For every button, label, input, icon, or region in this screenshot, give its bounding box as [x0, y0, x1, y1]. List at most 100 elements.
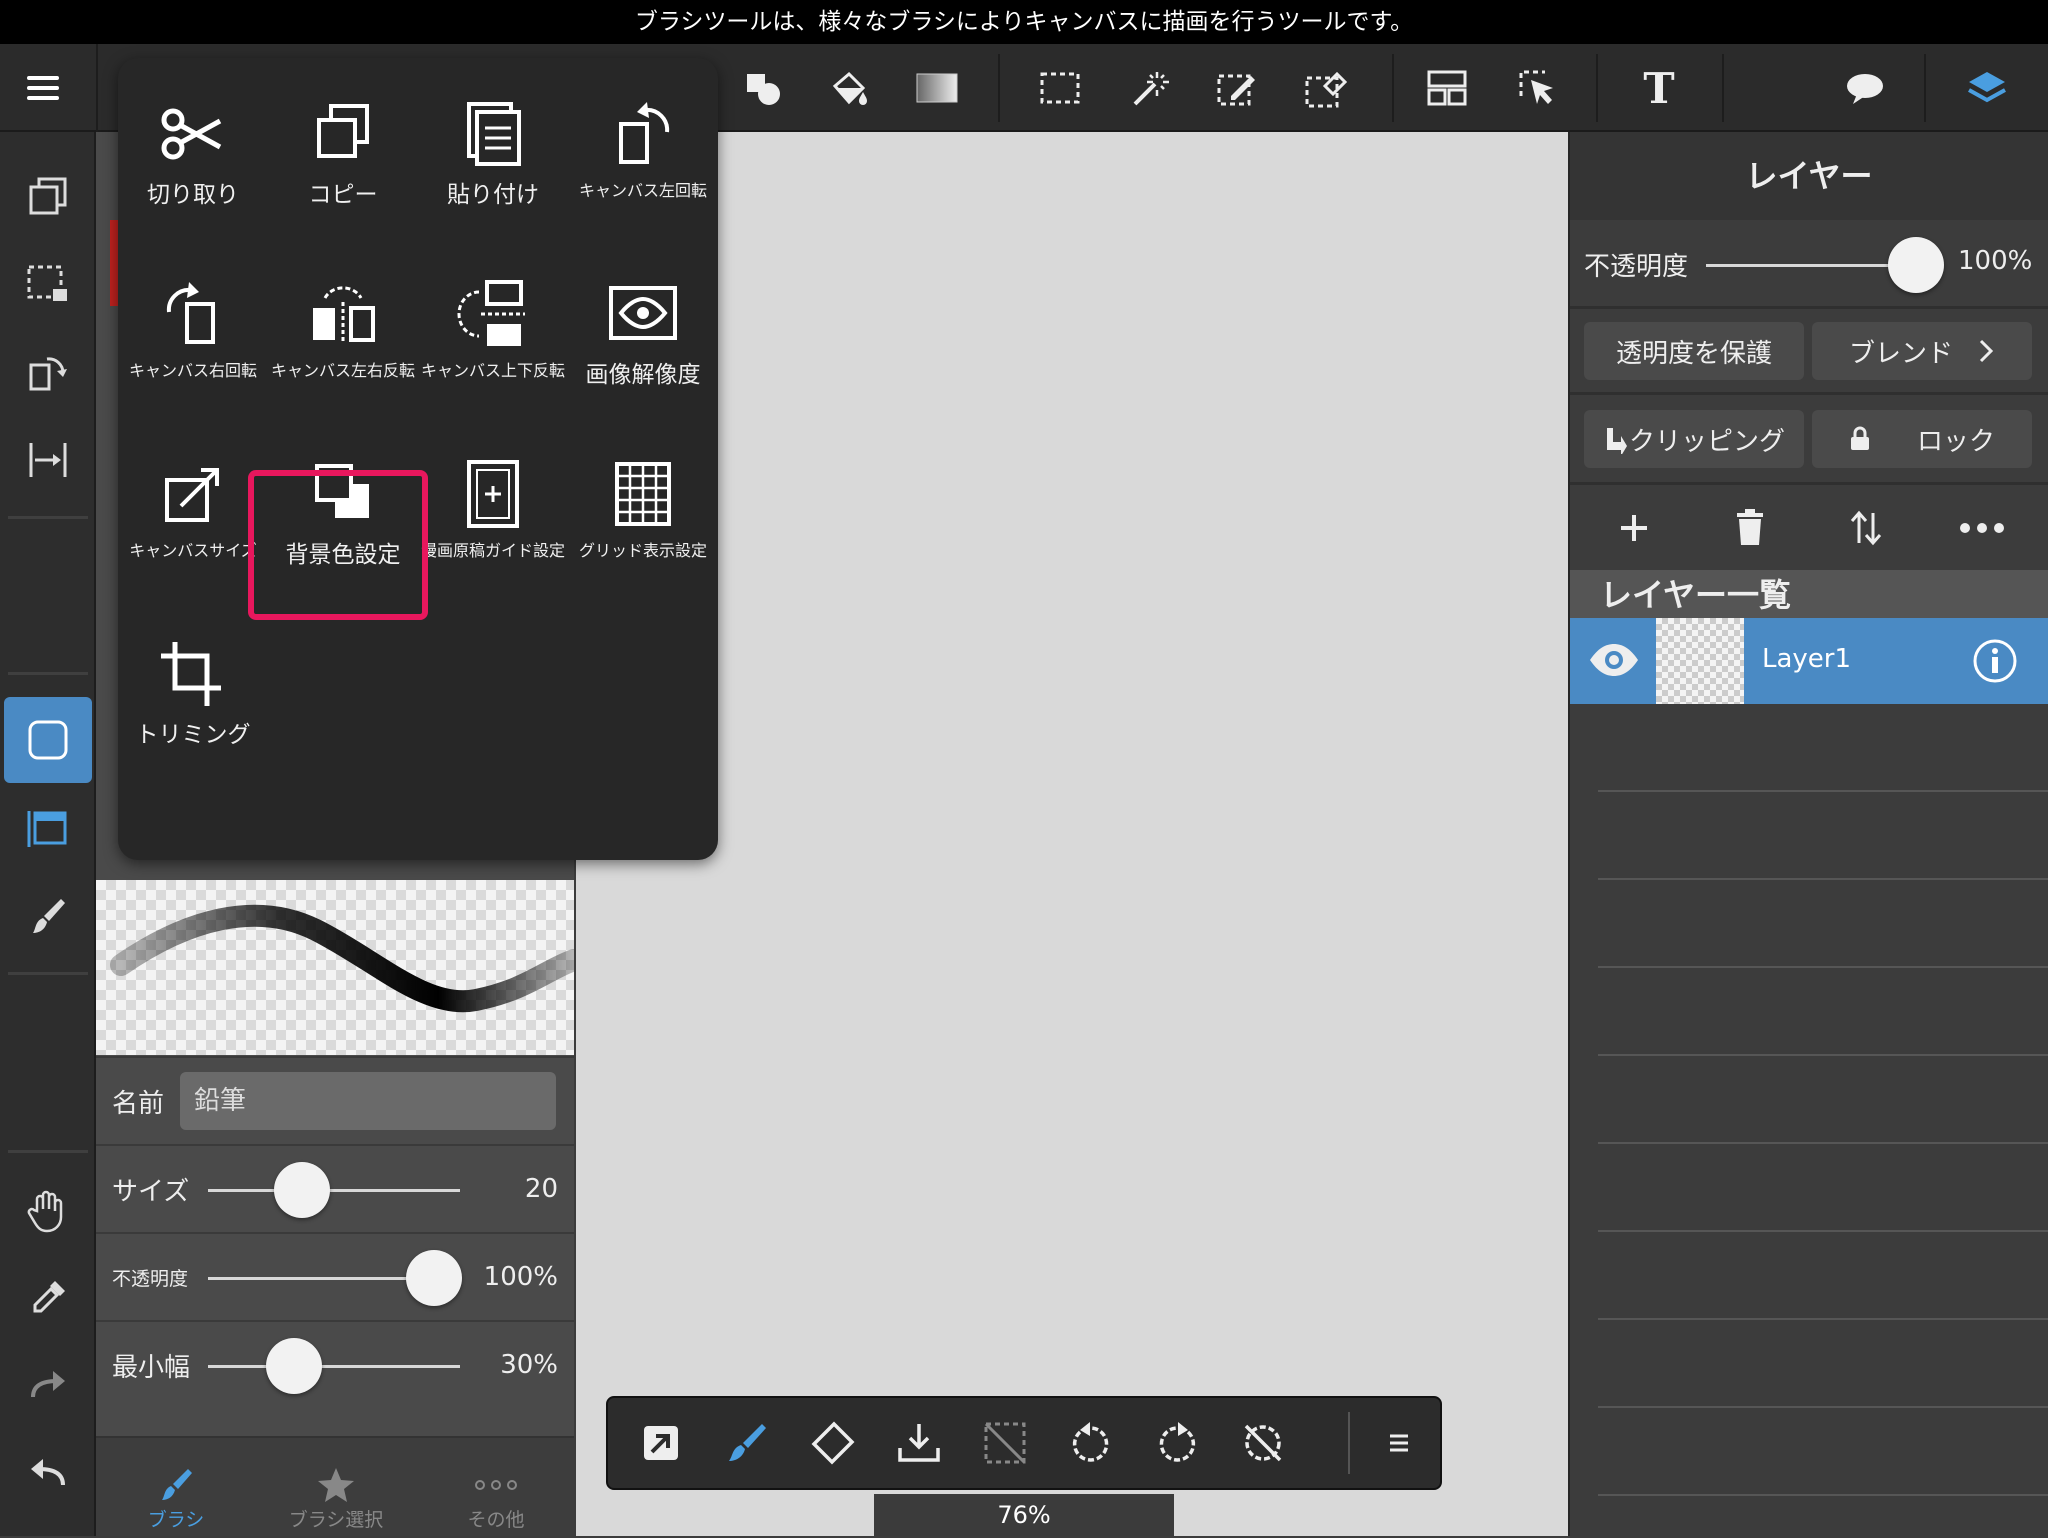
menu-item-grid[interactable]: グリッド表示設定	[568, 418, 718, 598]
menu-item-crop[interactable]: トリミング	[118, 598, 268, 778]
export-button[interactable]	[618, 1398, 704, 1488]
menu-item-flip-horizontal[interactable]: キャンバス左右反転	[268, 238, 418, 418]
lock-button[interactable]: ロック	[1812, 410, 2032, 468]
menu-item-label: トリミング	[135, 722, 251, 748]
eraser-button[interactable]	[790, 1398, 876, 1488]
rotate-left-button[interactable]	[1048, 1398, 1134, 1488]
ruler-tool-button[interactable]	[0, 418, 96, 502]
redo-button[interactable]	[0, 1344, 96, 1428]
brush-stroke-preview	[110, 904, 585, 1013]
brush-preview	[96, 880, 585, 1055]
empty-layer-slot	[1598, 1056, 2048, 1144]
highlight-frame	[248, 470, 428, 620]
menu-item-rotate-right[interactable]: キャンバス右回転	[118, 238, 268, 418]
grid-icon	[615, 462, 671, 526]
clear-selection-button[interactable]	[962, 1398, 1048, 1488]
save-button[interactable]	[876, 1398, 962, 1488]
select-move-button[interactable]	[1502, 44, 1572, 132]
eyedropper-button[interactable]	[0, 1256, 96, 1340]
canvas-size-icon	[165, 468, 219, 522]
menu-button[interactable]	[8, 44, 78, 132]
reset-rotation-icon	[1244, 1424, 1282, 1462]
magic-wand-icon	[1133, 72, 1169, 106]
protect-alpha-button[interactable]: 透明度を保護	[1584, 322, 1804, 380]
info-icon[interactable]	[1972, 638, 2018, 684]
select-eraser-button[interactable]	[1290, 44, 1360, 132]
text-tool-button[interactable]: T	[1624, 44, 1694, 132]
rect-select-button[interactable]	[1025, 44, 1095, 132]
speech-bubble-icon	[1847, 74, 1883, 104]
size-slider-knob[interactable]	[274, 1162, 330, 1218]
left-sidebar	[0, 132, 96, 1536]
rotate-cw-icon	[1159, 1422, 1196, 1462]
menu-item-cut[interactable]: 切り取り	[118, 58, 268, 238]
menu-item-canvas-size[interactable]: キャンバスサイズ	[118, 418, 268, 598]
shapes-icon	[747, 74, 780, 105]
menu-item-flip-vertical[interactable]: キャンバス上下反転	[418, 238, 568, 418]
edit-popup-menu: 切り取り コピー 貼り付け キャンバス左回転 キャンバス右回転 キャンバス左右反…	[118, 58, 718, 860]
menu-item-image-resolution[interactable]: 画像解像度	[568, 238, 718, 418]
speech-bubble-button[interactable]	[1830, 44, 1900, 132]
layout-button[interactable]	[1412, 44, 1482, 132]
magic-wand-button[interactable]	[1114, 44, 1184, 132]
brush-min-width-row: 最小幅 30%	[96, 1320, 574, 1408]
reset-rotation-button[interactable]	[1220, 1398, 1306, 1488]
menu-item-paste[interactable]: 貼り付け	[418, 58, 568, 238]
brush-name-input[interactable]: 鉛筆	[180, 1072, 556, 1130]
move-layer-button[interactable]	[1828, 498, 1904, 558]
tab-other[interactable]: その他	[416, 1438, 576, 1538]
select-pen-icon	[1217, 74, 1255, 106]
hand-tool-button[interactable]	[0, 1168, 96, 1252]
tab-brush-select[interactable]: ブラシ選択	[256, 1438, 416, 1538]
clipping-button[interactable]: クリッピング	[1584, 410, 1804, 468]
tab-brush[interactable]: ブラシ	[96, 1438, 256, 1538]
more-icon	[475, 1480, 517, 1490]
drawing-canvas[interactable]	[576, 132, 1568, 1536]
opacity-slider-knob[interactable]	[406, 1250, 462, 1306]
layer-name: Layer1	[1762, 644, 1852, 674]
fill-button[interactable]	[814, 44, 884, 132]
blend-button[interactable]: ブレンド	[1812, 322, 2032, 380]
empty-layer-slot	[1598, 704, 2048, 792]
layer-opacity-track[interactable]	[1706, 264, 1916, 267]
menu-item-label: 画像解像度	[585, 362, 701, 388]
menu-item-copy[interactable]: コピー	[268, 58, 418, 238]
brush-size-row: サイズ 20	[96, 1144, 574, 1232]
menu-item-manga-guide[interactable]: 漫画原稿ガイド設定	[418, 418, 568, 598]
edit-menu-button[interactable]	[0, 154, 96, 238]
layer-opacity-knob[interactable]	[1888, 237, 1944, 293]
panel-toggle-button[interactable]	[0, 786, 96, 870]
brush-icon	[33, 899, 65, 933]
layer-thumbnail	[1656, 618, 1744, 704]
eye-icon[interactable]	[1588, 642, 1640, 678]
delete-layer-button[interactable]	[1712, 498, 1788, 558]
size-slider-track[interactable]	[208, 1189, 460, 1192]
menu-item-rotate-left[interactable]: キャンバス左回転	[568, 58, 718, 238]
more-layer-options-button[interactable]	[1944, 498, 2020, 558]
brush-tool-button[interactable]	[0, 874, 96, 958]
transform-tool-button[interactable]	[0, 330, 96, 414]
rotate-right-button[interactable]	[1134, 1398, 1220, 1488]
copy-icon	[29, 177, 67, 215]
brush-quick-button[interactable]	[704, 1398, 790, 1488]
min-width-slider-track[interactable]	[208, 1365, 460, 1368]
gradient-button[interactable]	[902, 44, 972, 132]
select-pen-button[interactable]	[1202, 44, 1272, 132]
more-icon	[1960, 523, 2004, 533]
selection-tool-button[interactable]	[0, 242, 96, 326]
layers-button[interactable]	[1952, 44, 2022, 132]
menu-item-label: キャンバス左右反転	[270, 361, 415, 380]
layer-list-title: レイヤー一覧	[1570, 570, 2048, 618]
shapes-button[interactable]	[728, 44, 798, 132]
undo-button[interactable]	[0, 1432, 96, 1516]
fill-icon	[832, 71, 867, 105]
add-layer-button[interactable]	[1596, 498, 1672, 558]
clear-selection-icon	[984, 1422, 1026, 1464]
layer-row-layer1[interactable]: Layer1	[1570, 618, 2048, 704]
rect-select-icon	[1040, 72, 1080, 104]
flip-horizontal-icon	[313, 286, 375, 344]
protect-alpha-label: 透明度を保護	[1615, 338, 1772, 369]
bottom-menu-button[interactable]	[1356, 1398, 1442, 1488]
min-width-slider-knob[interactable]	[266, 1338, 322, 1394]
brush-settings-button[interactable]	[4, 697, 92, 783]
